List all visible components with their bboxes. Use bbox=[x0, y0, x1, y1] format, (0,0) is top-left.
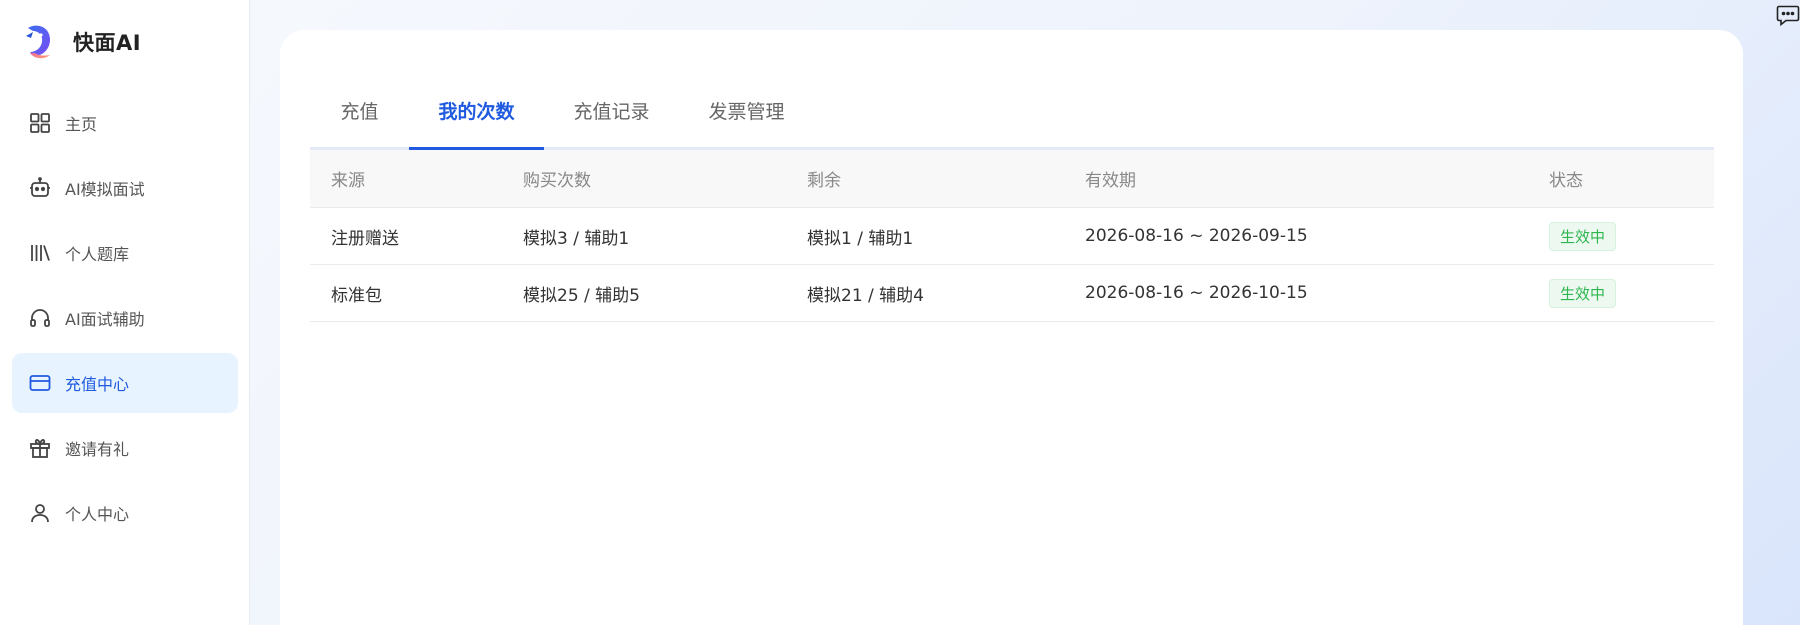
library-icon bbox=[28, 241, 52, 265]
status-cell: 生效中 bbox=[1528, 221, 1714, 251]
sidebar-item-home[interactable]: 主页 bbox=[12, 93, 238, 153]
robot-icon bbox=[28, 176, 52, 200]
sidebar-item-ai-mock-interview[interactable]: AI模拟面试 bbox=[12, 158, 238, 218]
sidebar-item-label: 个人中心 bbox=[65, 505, 130, 524]
status-cell: 生效中 bbox=[1528, 278, 1714, 308]
tab-bar: 充值 我的次数 充值记录 发票管理 bbox=[310, 70, 1714, 150]
tab-invoice-management[interactable]: 发票管理 bbox=[679, 70, 814, 150]
validity-cell: 2026-08-16 ~ 2026-10-15 bbox=[1085, 283, 1308, 303]
table-row: 标准包 模拟25 / 辅助5 模拟21 / 辅助4 2026-08-16 ~ 2… bbox=[310, 265, 1714, 322]
table-header: 来源 购买次数 剩余 有效期 状态 bbox=[310, 150, 1714, 208]
grid-icon bbox=[28, 111, 52, 135]
dolphin-logo-icon bbox=[26, 25, 50, 59]
tab-recharge-history[interactable]: 充值记录 bbox=[544, 70, 679, 150]
brand[interactable]: 快面AI bbox=[24, 22, 141, 62]
main-content: 充值 我的次数 充值记录 发票管理 来源 购买次数 剩余 有效期 状态 注册赠送… bbox=[280, 30, 1743, 625]
sidebar-item-label: 主页 bbox=[65, 115, 98, 134]
sidebar-nav: 主页 AI模拟面试 个人题库 AI面试辅助 充值中心 邀请有礼 个人中心 bbox=[12, 93, 238, 548]
source-cell: 注册赠送 bbox=[331, 228, 399, 249]
chat-bubble-icon[interactable] bbox=[1776, 4, 1800, 26]
headphones-icon bbox=[28, 306, 52, 330]
sidebar-item-label: AI模拟面试 bbox=[65, 180, 145, 199]
app-name: 快面AI bbox=[73, 31, 142, 55]
gift-icon bbox=[28, 436, 52, 460]
sidebar-item-ai-interview-assist[interactable]: AI面试辅助 bbox=[12, 288, 238, 348]
column-header: 购买次数 bbox=[523, 171, 591, 191]
sidebar-item-profile[interactable]: 个人中心 bbox=[12, 483, 238, 543]
table-row: 注册赠送 模拟3 / 辅助1 模拟1 / 辅助1 2026-08-16 ~ 20… bbox=[310, 208, 1714, 265]
tab-recharge[interactable]: 充值 bbox=[310, 70, 409, 150]
remaining-cell: 模拟1 / 辅助1 bbox=[807, 228, 914, 249]
status-badge: 生效中 bbox=[1549, 221, 1617, 251]
sidebar-item-recharge-center[interactable]: 充值中心 bbox=[12, 353, 238, 413]
sidebar: 快面AI 主页 AI模拟面试 个人题库 AI面试辅助 充值中心 邀请有礼 个人中… bbox=[0, 0, 250, 625]
credit-card-icon bbox=[28, 371, 52, 395]
sidebar-item-label: 邀请有礼 bbox=[65, 440, 130, 459]
sidebar-item-invite[interactable]: 邀请有礼 bbox=[12, 418, 238, 478]
user-icon bbox=[28, 501, 52, 525]
tab-my-credits[interactable]: 我的次数 bbox=[409, 70, 544, 150]
purchased-cell: 模拟3 / 辅助1 bbox=[523, 228, 630, 249]
sidebar-item-label: 充值中心 bbox=[65, 375, 130, 394]
status-badge: 生效中 bbox=[1549, 278, 1617, 308]
credits-table: 来源 购买次数 剩余 有效期 状态 注册赠送 模拟3 / 辅助1 模拟1 / 辅… bbox=[310, 150, 1714, 322]
column-header: 剩余 bbox=[807, 171, 841, 191]
sidebar-item-question-bank[interactable]: 个人题库 bbox=[12, 223, 238, 283]
column-header: 有效期 bbox=[1085, 171, 1136, 191]
column-header: 状态 bbox=[1549, 171, 1583, 191]
source-cell: 标准包 bbox=[331, 285, 382, 306]
sidebar-item-label: 个人题库 bbox=[65, 245, 130, 264]
validity-cell: 2026-08-16 ~ 2026-09-15 bbox=[1085, 226, 1308, 246]
remaining-cell: 模拟21 / 辅助4 bbox=[807, 285, 924, 306]
sidebar-item-label: AI面试辅助 bbox=[65, 310, 145, 329]
column-header: 来源 bbox=[331, 171, 365, 191]
purchased-cell: 模拟25 / 辅助5 bbox=[523, 285, 640, 306]
